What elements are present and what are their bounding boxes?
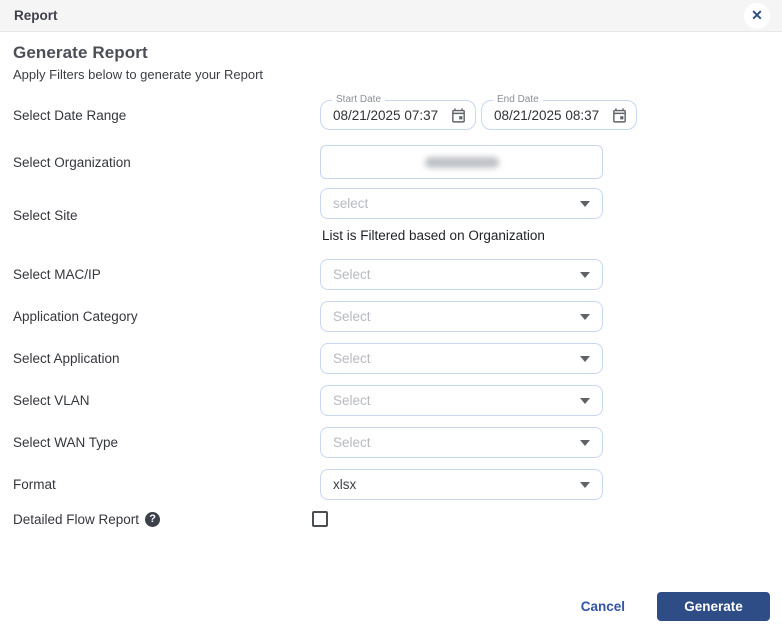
modal-body: Generate Report Apply Filters below to g… [0, 32, 782, 527]
chevron-down-icon [580, 482, 590, 488]
end-date-floating-label: End Date [493, 94, 543, 106]
application-select-placeholder: Select [333, 351, 580, 366]
chevron-down-icon [580, 440, 590, 446]
end-date-field[interactable]: End Date 08/21/2025 08:37 [481, 100, 637, 130]
close-icon: ✕ [751, 7, 763, 24]
organization-value-obscured [425, 157, 499, 168]
vlan-row: Select VLAN Select [13, 385, 769, 416]
detailed-flow-row: Detailed Flow Report ? [13, 511, 769, 527]
modal-footer: Cancel Generate [581, 592, 770, 621]
wan-type-label: Select WAN Type [13, 435, 320, 450]
format-select-value: xlsx [333, 477, 580, 492]
start-date-value[interactable]: 08/21/2025 07:37 [333, 108, 450, 123]
close-button[interactable]: ✕ [744, 3, 770, 29]
mac-ip-select[interactable]: Select [320, 259, 603, 290]
report-filter-form: Select Date Range Start Date 08/21/2025 … [13, 100, 769, 527]
application-row: Select Application Select [13, 343, 769, 374]
chevron-down-icon [580, 356, 590, 362]
application-label: Select Application [13, 351, 320, 366]
site-filter-note: List is Filtered based on Organization [322, 228, 769, 243]
organization-row: Select Organization [13, 145, 769, 179]
wan-type-select-placeholder: Select [333, 435, 580, 450]
cancel-button[interactable]: Cancel [581, 599, 625, 614]
detailed-flow-label: Detailed Flow Report [13, 512, 139, 527]
app-category-row: Application Category Select [13, 301, 769, 332]
generate-button[interactable]: Generate [657, 592, 770, 621]
date-range-row: Select Date Range Start Date 08/21/2025 … [13, 100, 769, 130]
chevron-down-icon [580, 314, 590, 320]
start-date-floating-label: Start Date [332, 94, 385, 106]
page-title: Generate Report [13, 43, 769, 63]
wan-type-select[interactable]: Select [320, 427, 603, 458]
date-range-label: Select Date Range [13, 108, 320, 123]
mac-ip-row: Select MAC/IP Select [13, 259, 769, 290]
modal-title: Report [14, 8, 58, 23]
format-label: Format [13, 477, 320, 492]
format-select[interactable]: xlsx [320, 469, 603, 500]
site-label: Select Site [13, 208, 320, 223]
mac-ip-select-placeholder: Select [333, 267, 580, 282]
end-date-value[interactable]: 08/21/2025 08:37 [494, 108, 611, 123]
vlan-label: Select VLAN [13, 393, 320, 408]
chevron-down-icon [580, 398, 590, 404]
organization-label: Select Organization [13, 155, 320, 170]
mac-ip-label: Select MAC/IP [13, 267, 320, 282]
application-select[interactable]: Select [320, 343, 603, 374]
page-subtitle: Apply Filters below to generate your Rep… [13, 67, 769, 82]
help-icon-glyph: ? [149, 514, 156, 525]
site-row: Select Site select List is Filtered base… [13, 188, 769, 243]
help-icon[interactable]: ? [145, 512, 160, 527]
format-row: Format xlsx [13, 469, 769, 500]
modal-header: Report ✕ [0, 0, 782, 32]
app-category-select-placeholder: Select [333, 309, 580, 324]
vlan-select-placeholder: Select [333, 393, 580, 408]
detailed-flow-checkbox[interactable] [312, 511, 328, 527]
site-select[interactable]: select [320, 188, 603, 219]
chevron-down-icon [580, 201, 590, 207]
app-category-select[interactable]: Select [320, 301, 603, 332]
calendar-icon[interactable] [611, 107, 628, 124]
app-category-label: Application Category [13, 309, 320, 324]
calendar-icon[interactable] [450, 107, 467, 124]
start-date-field[interactable]: Start Date 08/21/2025 07:37 [320, 100, 476, 130]
vlan-select[interactable]: Select [320, 385, 603, 416]
wan-type-row: Select WAN Type Select [13, 427, 769, 458]
chevron-down-icon [580, 272, 590, 278]
organization-input[interactable] [320, 145, 603, 179]
site-select-placeholder: select [333, 196, 580, 211]
